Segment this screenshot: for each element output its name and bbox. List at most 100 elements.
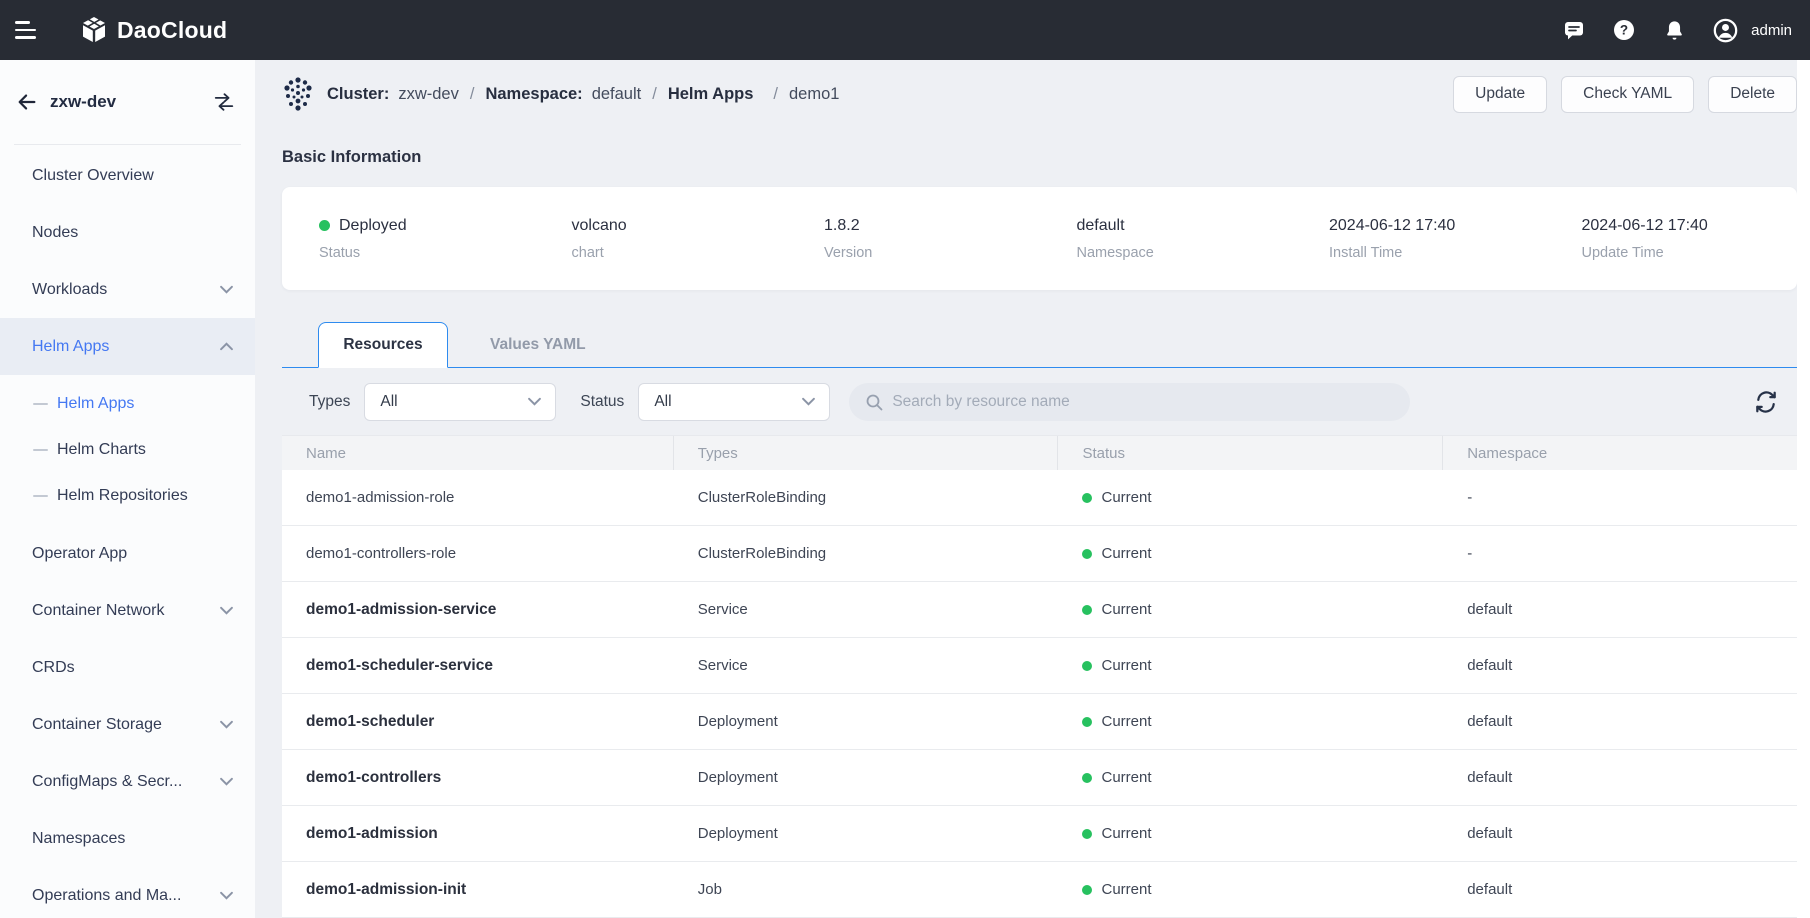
chevron-down-icon [220,777,233,786]
status-dot-green [1082,493,1092,503]
scrollbar[interactable] [1797,60,1810,918]
info-value-text: default [1077,217,1125,235]
chevron-down-icon [802,397,815,406]
search-icon [865,393,883,411]
info-label: Namespace [1077,245,1293,261]
cell-type: ClusterRoleBinding [674,489,1059,506]
cell-type: Deployment [674,713,1059,730]
cell-namespace: default [1443,881,1797,898]
info-value-text: volcano [572,217,627,235]
sidebar-item-helm-apps[interactable]: Helm Apps [0,318,255,375]
user-avatar-icon[interactable] [1712,17,1739,44]
sidebar-item-container-storage[interactable]: Container Storage [0,696,255,753]
status-text: Current [1101,545,1151,562]
table-row[interactable]: demo1-schedulerDeploymentCurrentdefault [282,694,1797,750]
back-arrow-icon[interactable] [16,91,38,113]
cell-type: Deployment [674,825,1059,842]
sidebar-item-configmaps-secr[interactable]: ConfigMaps & Secr... [0,753,255,810]
tab-resources[interactable]: Resources [318,322,448,368]
table-row[interactable]: demo1-admission-roleClusterRoleBindingCu… [282,470,1797,526]
table-row[interactable]: demo1-admissionDeploymentCurrentdefault [282,806,1797,862]
chat-icon[interactable] [1562,18,1586,42]
switch-cluster-icon[interactable] [213,91,235,113]
sidebar: zxw-dev Cluster Overview Nodes Workloads He… [0,60,255,918]
table-row[interactable]: demo1-controllersDeploymentCurrentdefaul… [282,750,1797,806]
status-select-value: All [654,393,671,411]
resources-table: NameTypesStatusNamespace demo1-admission… [282,435,1797,918]
sidebar-item-operator-app[interactable]: Operator App [0,525,255,582]
username[interactable]: admin [1751,22,1792,39]
sidebar-item-crds[interactable]: CRDs [0,639,255,696]
types-select-value: All [380,393,397,411]
info-value: 2024-06-12 17:40 [1582,217,1798,235]
sidebar-item-label: ConfigMaps & Secr... [32,773,182,791]
status-select[interactable]: All [638,383,830,421]
status-dot-green [1082,717,1092,727]
check-yaml-button[interactable]: Check YAML [1561,76,1694,113]
types-filter-label: Types [309,393,350,411]
bell-icon[interactable] [1662,18,1686,42]
breadcrumb-separator: / [773,85,778,104]
refresh-icon[interactable] [1753,389,1779,415]
table-row[interactable]: demo1-controllers-roleClusterRoleBinding… [282,526,1797,582]
update-button[interactable]: Update [1453,76,1547,113]
tab-values-yaml[interactable]: Values YAML [450,322,626,368]
sidebar-item-container-network[interactable]: Container Network [0,582,255,639]
cluster-name: zxw-dev [50,92,116,112]
status-dot-green [1082,885,1092,895]
sidebar-item-label: Helm Apps [32,338,109,356]
cell-name: demo1-scheduler [282,713,674,731]
cell-name: demo1-admission-init [282,881,674,899]
status-text: Current [1101,657,1151,674]
column-header-namespace: Namespace [1443,436,1797,470]
sub-item-dash-icon [33,403,48,406]
types-select[interactable]: All [364,383,556,421]
sidebar-item-workloads[interactable]: Workloads [0,261,255,318]
hamburger-menu-icon[interactable] [15,19,41,41]
cell-type: Service [674,601,1059,618]
cell-name: demo1-admission-service [282,601,674,619]
chevron-up-icon [220,342,233,351]
info-value-text: 2024-06-12 17:40 [1582,217,1708,235]
status-text: Current [1101,769,1151,786]
cell-status: Current [1058,769,1443,786]
cell-type: Job [674,881,1059,898]
breadcrumb-value[interactable]: zxw-dev [398,85,459,104]
info-label: chart [572,245,788,261]
sidebar-item-helm-apps-sub[interactable]: Helm Apps [0,381,255,427]
breadcrumb-label[interactable]: Helm Apps [668,85,754,104]
search-box[interactable] [849,383,1410,421]
sidebar-item-label: Helm Charts [57,441,146,459]
sidebar-item-label: CRDs [32,659,75,677]
brand-logo[interactable]: DaoCloud [79,15,227,45]
help-icon[interactable]: ? [1612,18,1636,42]
top-navbar: DaoCloud ? [0,0,1810,60]
sidebar-item-namespaces[interactable]: Namespaces [0,810,255,867]
info-field-status: DeployedStatus [282,217,535,261]
cell-type: Service [674,657,1059,674]
cell-status: Current [1058,657,1443,674]
sidebar-item-operations-and-ma[interactable]: Operations and Ma... [0,867,255,918]
search-input[interactable] [892,393,1394,411]
cell-namespace: default [1443,825,1797,842]
info-value: volcano [572,217,788,235]
sidebar-item-helm-charts-sub[interactable]: Helm Charts [0,427,255,473]
sidebar-item-cluster-overview[interactable]: Cluster Overview [0,147,255,204]
cell-namespace: - [1443,545,1797,562]
info-field-version: 1.8.2Version [787,217,1040,261]
table-row[interactable]: demo1-admission-initJobCurrentdefault [282,862,1797,918]
status-text: Current [1101,601,1151,618]
delete-button[interactable]: Delete [1708,76,1797,113]
chevron-down-icon [220,285,233,294]
table-row[interactable]: demo1-admission-serviceServiceCurrentdef… [282,582,1797,638]
table-body: demo1-admission-roleClusterRoleBindingCu… [282,470,1797,918]
info-field-install-time: 2024-06-12 17:40Install Time [1292,217,1545,261]
breadcrumb-value[interactable]: default [592,85,642,104]
cell-name: demo1-admission [282,825,674,843]
sidebar-item-nodes[interactable]: Nodes [0,204,255,261]
sidebar-item-label: Helm Apps [57,395,134,413]
sidebar-item-label: Nodes [32,224,78,242]
table-row[interactable]: demo1-scheduler-serviceServiceCurrentdef… [282,638,1797,694]
column-header-status: Status [1058,436,1443,470]
sidebar-item-helm-repositories-sub[interactable]: Helm Repositories [0,473,255,519]
